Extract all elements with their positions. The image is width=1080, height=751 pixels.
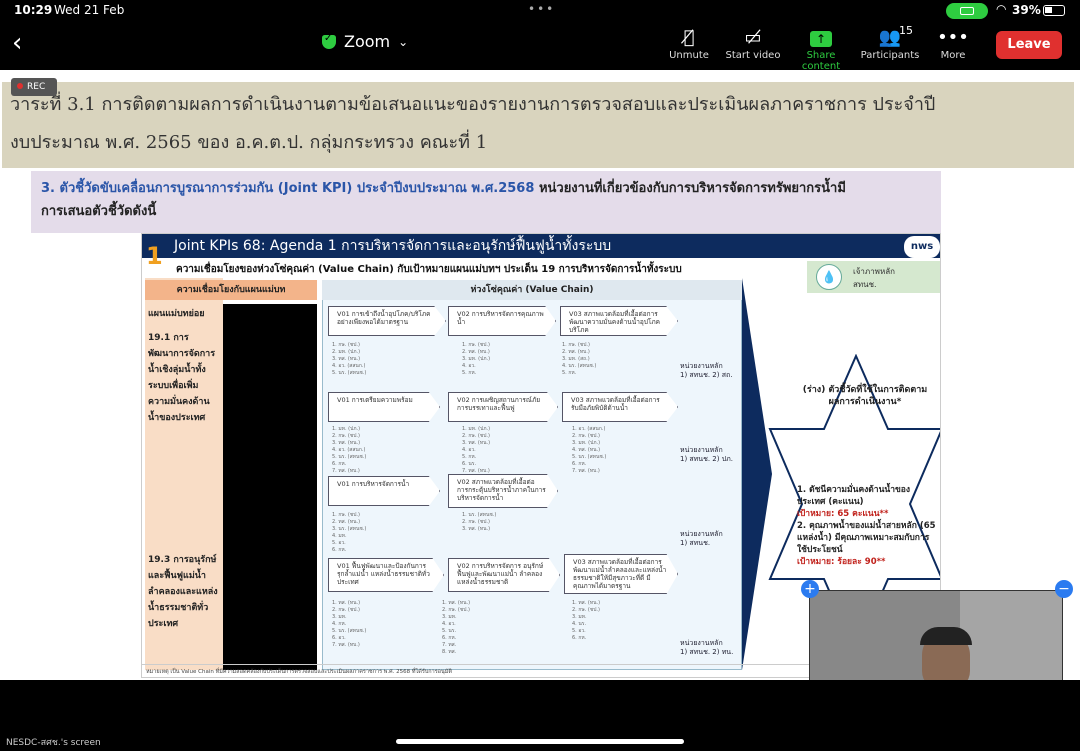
chevron-v02-b: V02 การเผชิญสถานการณ์ภัยการบรรเทาและฟื้น… — [448, 392, 558, 422]
participant-count: 15 — [899, 24, 913, 37]
kpi-target-2: เป้าหมาย: ร้อยละ 90** — [797, 557, 886, 567]
home-indicator[interactable] — [396, 739, 684, 744]
unmute-label: Unmute — [669, 50, 709, 61]
list-text: 1. กษ. (ชป.) 2. ทส. (ทน.) 3. นร. (สทนช.)… — [332, 512, 367, 553]
more-button[interactable]: ••• More — [918, 26, 988, 61]
redacted-block — [223, 304, 317, 670]
plan-19-1: 19.1 การพัฒนาการจัดการน้ำเชิงลุ่มน้ำทั้ง… — [148, 333, 216, 423]
owner-label: เจ้าภาพหลัก — [853, 267, 895, 276]
list-text: 1. มท. (ปภ.) 2. กษ. (ชป.) 3. ทส. (ทน.) 4… — [332, 426, 367, 474]
chevron-v01-d: V01 ฟื้นฟูพัฒนาและป้องกันการรุกล้ำแม่น้ำ… — [328, 558, 444, 592]
agenda-header: วาระที่ 3.1 การติดตามผลการดำเนินงานตามข้… — [2, 82, 1074, 168]
list-text: 1. กษ. (ชป.) 2. มท. (ปภ.) 3. ทส. (ทน.) 4… — [332, 342, 367, 376]
plan-19-3: 19.3 การอนุรักษ์และฟื้นฟูแม่น้ำลำคลองและ… — [148, 555, 218, 629]
agenda-line-2: งบประมาณ พ.ศ. 2565 ของ อ.ค.ต.ป. กลุ่มกระ… — [10, 132, 488, 153]
unit-heading: หน่วยงานหลัก — [680, 362, 723, 370]
start-video-label: Start video — [725, 50, 781, 61]
slide-subtitle: ความเชื่อมโยงของห่วงโซ่คุณค่า (Value Cha… — [176, 264, 682, 275]
unit-value: 1) สทนช. 2) ปภ. — [680, 455, 733, 463]
unit-value: 1) สทนช. — [680, 539, 711, 547]
recording-indicator: REC — [11, 78, 57, 96]
chevron-v02-a: V02 การบริหารจัดการคุณภาพน้ำ — [448, 306, 556, 336]
kpi-rest: หน่วยงานที่เกี่ยวข้องกับการบริหารจัดการท… — [538, 181, 846, 196]
kpi-item-2: 2. คุณภาพน้ำของแม่น้ำสายหลัก (65 แหล่งน้… — [797, 521, 936, 555]
participant-hair — [920, 627, 972, 645]
list-text: 1. มท. (ปภ.) 2. กษ. (ชป.) 3. ทส. (ทน.) 4… — [462, 426, 491, 474]
chevron-v01-b: V01 การเตรียมความพร้อม — [328, 392, 440, 422]
mic-muted-icon: 🎙̸ — [683, 27, 695, 48]
video-off-icon: ▭̸ — [744, 27, 762, 48]
kpi-draft-title: (ร่าง) ตัวชี้วัดที่ใช้ในการติดตามผลการดำ… — [802, 385, 928, 407]
kpi-description: 3. ตัวชี้วัดขับเคลื่อนการบูรณาการร่วมกัน… — [31, 171, 941, 233]
multitask-dots-icon[interactable]: ••• — [528, 2, 555, 16]
zoom-window: 10:29 Wed 21 Feb ••• ◠ 39% ‹ Zoom ⌄ 🎙̸ U… — [0, 0, 1080, 751]
unit-value: 1) สทนช. 2) สถ. — [680, 371, 733, 379]
chevron-v02-d: V02 การบริหารจัดการ อนุรักษ์ ฟื้นฟูและพั… — [448, 558, 560, 592]
list-text: 1. กษ. (ชป.) 2. ทส. (ทบ.) 3. มท. (ปภ.) 4… — [462, 342, 491, 376]
chevron-down-icon: ⌄ — [398, 34, 409, 49]
shared-screen: REC วาระที่ 3.1 การติดตามผลการดำเนินงานต… — [0, 70, 1080, 680]
chevron-v03-a: V03 สภาพแวดล้อมที่เอื้อต่อการพัฒนาความมั… — [560, 306, 678, 336]
participants-label: Participants — [860, 50, 920, 61]
wifi-icon: ◠ — [996, 2, 1007, 16]
value-chain-header: ห่วงโซ่คุณค่า (Value Chain) — [322, 280, 742, 300]
water-drop-icon: 💧 — [816, 264, 842, 290]
zoom-in-icon[interactable]: + — [801, 580, 819, 598]
plan-header: ความเชื่อมโยงกับแผนแม่บท — [145, 280, 317, 300]
back-chevron-icon[interactable]: ‹ — [12, 28, 22, 58]
list-text: 1. กษ. (ชป.) 2. ทส. (ทบ.) 3. มท. (สถ.) 4… — [562, 342, 597, 376]
unit-label: หน่วยงานหลัก 1) สทนช. 2) ปภ. — [680, 446, 733, 464]
unit-label: หน่วยงานหลัก 1) สทนช. 2) สถ. — [680, 362, 732, 380]
kpi-target-1: เป้าหมาย: 65 คะแนน** — [797, 509, 889, 519]
list-text: 1. ทส. (ทน.) 2. กษ. (ชป.) 3. มท. 4. อว. … — [442, 600, 471, 655]
chevron-v01-c: V01 การบริหารจัดการน้ำ — [328, 476, 440, 506]
battery-icon — [1043, 5, 1065, 16]
chevron-v03-b: V03 สภาพแวดล้อมที่เอื้อต่อการรับมือภัยพิ… — [562, 392, 678, 422]
list-text: 1. ทส. (ทน.) 2. กษ. (ชป.) 3. มท. 4. กห. … — [332, 600, 367, 648]
chevron-v03-d: V03 สภาพแวดล้อมที่เอื้อต่อการพัฒนาแม่น้ำ… — [564, 554, 678, 594]
unit-label: หน่วยงานหลัก 1) สทนช. 2) ทน. — [680, 639, 733, 657]
kpi-item-1: 1. ดัชนีความมั่นคงด้านน้ำของประเทศ (คะแน… — [797, 485, 911, 507]
share-arrow-icon: ↑ — [810, 31, 832, 47]
sub-plan-label: แผนแม่บทย่อย — [148, 309, 205, 319]
encryption-shield-icon — [322, 33, 336, 49]
screen-share-label: NESDC-สศช.'s screen — [6, 738, 101, 748]
list-text: 1. นร. (สทนช.) 2. กษ. (ชป.) 3. ทส. (ทน.) — [462, 512, 497, 532]
list-text: 1. อว. (สสนก.) 2. กษ. (ชป.) 3. มท. (ปภ.)… — [572, 426, 607, 474]
share-content-button[interactable]: ↑ Share content — [786, 26, 856, 72]
status-bar: 10:29 Wed 21 Feb ••• ◠ 39% — [0, 0, 1080, 22]
kpi-line2: การเสนอตัวชี้วัดดังนี้ — [41, 204, 157, 219]
date: Wed 21 Feb — [54, 3, 125, 17]
unit-heading: หน่วยงานหลัก — [680, 530, 723, 538]
share-content-label: Share content — [801, 50, 841, 72]
participants-button[interactable]: 👥 15 Participants — [855, 24, 925, 61]
unit-label: หน่วยงานหลัก 1) สทนช. — [680, 530, 723, 548]
unit-value: 1) สทนช. 2) ทน. — [680, 648, 734, 656]
nws-logo: nws — [904, 236, 940, 258]
slide-number: 1 — [146, 242, 163, 270]
leave-button[interactable]: Leave — [996, 31, 1062, 59]
more-dots-icon: ••• — [937, 27, 969, 48]
more-label: More — [940, 50, 966, 61]
clock: 10:29 — [14, 3, 53, 17]
kpi-heading: 3. ตัวชี้วัดขับเคลื่อนการบูรณาการร่วมกัน… — [41, 181, 535, 196]
participants-icon: 👥 — [878, 27, 902, 48]
unit-heading: หน่วยงานหลัก — [680, 639, 723, 647]
zoom-out-icon[interactable]: − — [1055, 580, 1073, 598]
slide-title: Joint KPIs 68: Agenda 1 การบริหารจัดการแ… — [142, 234, 940, 258]
unit-heading: หน่วยงานหลัก — [680, 446, 723, 454]
battery-percent: 39% — [1012, 3, 1041, 17]
owner-value: สทนช. — [853, 280, 877, 289]
list-text: 1. ทส. (ทน.) 2. กษ. (ชป.) 3. มท. 4. นร. … — [572, 600, 601, 641]
start-video-button[interactable]: ▭̸ Start video — [718, 26, 788, 61]
meeting-toolbar: ‹ Zoom ⌄ 🎙̸ Unmute ▭̸ Start video ↑ Shar… — [0, 22, 1080, 72]
chevron-v01-a: V01 การเข้าถึงน้ำอุปโภค/บริโภคอย่างเพียง… — [328, 306, 446, 336]
agenda-line-1: วาระที่ 3.1 การติดตามผลการดำเนินงานตามข้… — [10, 94, 936, 115]
chevron-v02-c: V02 สภาพแวดล้อมที่เอื้อต่อการกระตุ้นบริห… — [448, 474, 558, 508]
meeting-title[interactable]: Zoom ⌄ — [322, 32, 408, 51]
meeting-name: Zoom — [344, 32, 391, 51]
camera-indicator-icon — [946, 3, 988, 19]
unmute-button[interactable]: 🎙̸ Unmute — [654, 26, 724, 61]
kpi-list: 1. ดัชนีความมั่นคงด้านน้ำของประเทศ (คะแน… — [797, 484, 937, 568]
